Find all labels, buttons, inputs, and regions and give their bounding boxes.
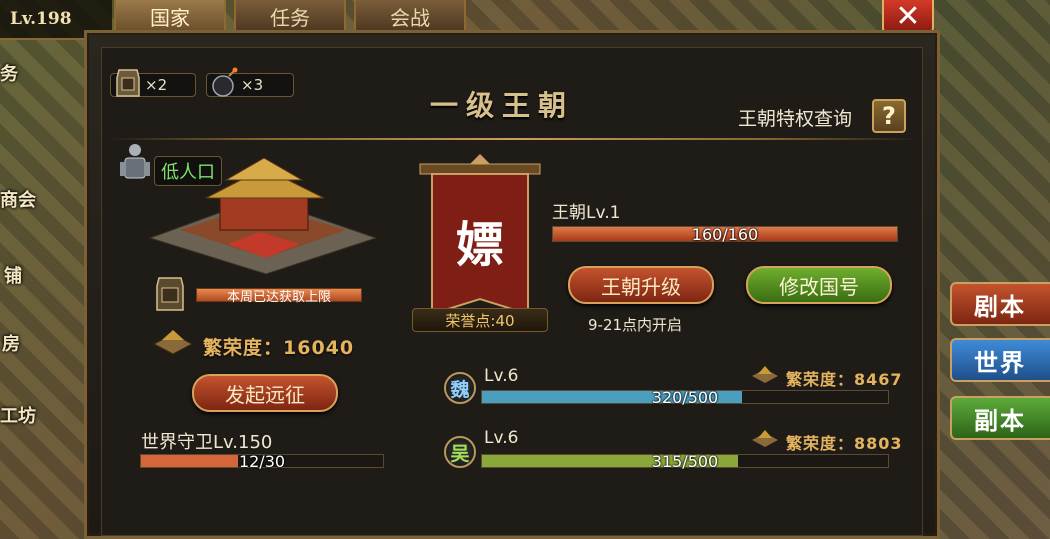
- upgrade-open-time: 9-21点内开启: [588, 316, 683, 334]
- population-icon: [120, 144, 150, 179]
- side-button-dungeon[interactable]: 副本: [950, 396, 1050, 440]
- bomb-count: ×3: [206, 67, 294, 97]
- dynasty-upgrade-button[interactable]: 王朝升级: [568, 266, 714, 304]
- expedition-token-count: ×2: [110, 69, 196, 97]
- close-button[interactable]: ✕: [882, 0, 934, 34]
- left-menu-shop[interactable]: 铺: [4, 262, 22, 288]
- tab-battle[interactable]: 会战: [354, 0, 466, 34]
- kingdom-wei-progress: 320/500: [481, 388, 889, 407]
- expedition-seal-icon: [156, 277, 184, 311]
- population-badge: 低人口: [154, 156, 222, 186]
- prosperity-house-icon: [752, 366, 778, 383]
- world-guard-progress: 12/30: [140, 452, 384, 471]
- dynasty-progress-text: 160/160: [691, 225, 759, 244]
- tab-tasks[interactable]: 任务: [234, 0, 346, 34]
- bomb-value: ×3: [241, 76, 264, 94]
- prosperity-value: 繁荣度：16040: [203, 337, 355, 359]
- expedition-button[interactable]: 发起远征: [192, 374, 338, 412]
- dynasty-progress: 160/160: [552, 225, 898, 244]
- world-guard-progress-text: 12/30: [238, 452, 286, 471]
- dynasty-level: 王朝Lv.1: [552, 203, 621, 223]
- side-button-scenario[interactable]: 剧本: [950, 282, 1050, 326]
- help-button[interactable]: ?: [872, 99, 906, 133]
- kingdom-wu-progress: 315/500: [481, 452, 889, 471]
- title-divider: [110, 138, 918, 140]
- panel-title: 一级王朝: [430, 89, 575, 122]
- close-icon: ✕: [895, 0, 921, 34]
- left-menu-room[interactable]: 房: [2, 330, 20, 356]
- kingdom-wu-level: Lv.6: [484, 428, 519, 448]
- kingdom-wei-prosperity: 繁荣度：8467: [786, 370, 903, 389]
- dynasty-name-character: 嫖: [455, 217, 504, 273]
- side-button-world[interactable]: 世界: [950, 338, 1050, 382]
- kingdom-wei-progress-text: 320/500: [651, 388, 719, 407]
- left-menu-task[interactable]: 务: [0, 60, 18, 86]
- rename-country-button[interactable]: 修改国号: [746, 266, 892, 304]
- prosperity-house-icon: [152, 330, 194, 355]
- kingdom-badge-wu: 吴: [444, 436, 476, 468]
- kingdom-wei-level: Lv.6: [484, 366, 519, 386]
- weekly-limit-bar: 本周已达获取上限: [196, 288, 362, 305]
- world-guard-label: 世界守卫Lv.150: [141, 432, 273, 453]
- weekly-limit-text: 本周已达获取上限: [226, 289, 331, 305]
- privilege-query-label[interactable]: 王朝特权查询: [738, 104, 852, 131]
- bomb-icon: [212, 67, 238, 97]
- expedition-token-icon: [116, 69, 140, 97]
- kingdom-wu-progress-text: 315/500: [651, 452, 719, 471]
- prosperity-house-icon: [752, 430, 778, 447]
- question-icon: ?: [882, 102, 896, 130]
- left-menu-workshop[interactable]: 工坊: [0, 402, 36, 428]
- expedition-token-value: ×2: [145, 76, 168, 94]
- kingdom-wu-prosperity: 繁荣度：8803: [786, 434, 903, 453]
- left-menu-guild[interactable]: 商会: [0, 186, 36, 212]
- kingdom-badge-wei: 魏: [444, 372, 476, 404]
- tab-country[interactable]: 国家: [114, 0, 226, 34]
- honor-points: 荣誉点:40: [412, 308, 548, 332]
